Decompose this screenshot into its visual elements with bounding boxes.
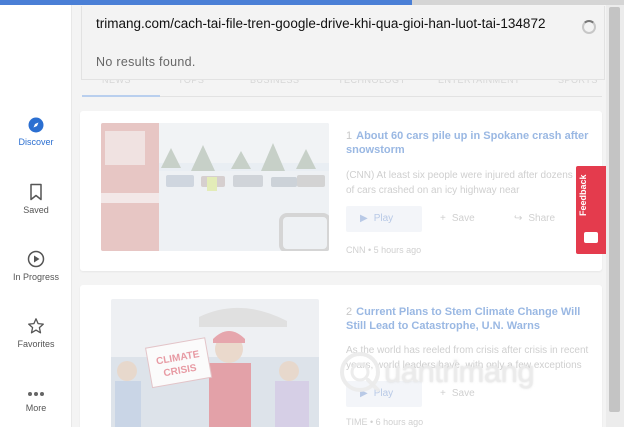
active-tab-indicator — [82, 95, 160, 97]
article-title-text: About 60 cars pile up in Spokane crash a… — [346, 130, 589, 156]
sidebar-item-label: In Progress — [12, 272, 60, 282]
article-title[interactable]: 1 About 60 cars pile up in Spokane crash … — [346, 129, 591, 157]
article-time: 6 hours ago — [375, 417, 424, 427]
play-button[interactable]: ▶ Play — [346, 206, 422, 232]
article-title[interactable]: 2 Current Plans to Stem Climate Change Wi… — [346, 305, 591, 333]
article-thumbnail[interactable] — [101, 123, 329, 251]
sidebar-item-label: Saved — [23, 205, 49, 215]
sidebar-item-more[interactable]: More — [0, 389, 72, 413]
article-number: 2 — [346, 306, 353, 318]
sidebar-item-in-progress[interactable]: In Progress — [0, 250, 72, 282]
snow-crash-photo — [101, 123, 329, 251]
play-icon: ▶ — [360, 213, 368, 224]
vertical-scrollbar[interactable] — [606, 5, 624, 427]
article-meta: CNN • 5 hours ago — [346, 245, 422, 255]
article-number: 1 — [346, 130, 353, 142]
article-source[interactable]: CNN — [346, 245, 366, 255]
watermark-logo: uantrimang — [338, 350, 558, 394]
play-circle-icon — [27, 250, 45, 268]
sidebar: Discover Saved In Progress Favorites Mor… — [0, 5, 72, 427]
sidebar-item-label: Favorites — [17, 339, 55, 349]
search-input[interactable]: trimang.com/cach-tai-file-tren-google-dr… — [96, 16, 568, 31]
feedback-label: Feedback — [578, 174, 588, 216]
article-title-text: Current Plans to Stem Climate Change Wil… — [346, 306, 581, 332]
article-thumbnail[interactable]: CLIMATE CRISIS — [111, 299, 319, 427]
watermark-q-icon — [340, 352, 380, 392]
search-status: No results found. — [96, 55, 196, 69]
article-source[interactable]: TIME — [346, 417, 368, 427]
share-button[interactable]: ↪ Share — [500, 206, 578, 232]
sidebar-item-saved[interactable]: Saved — [0, 183, 72, 215]
scrollbar-thumb[interactable] — [609, 7, 620, 412]
article-time: 5 hours ago — [373, 245, 422, 255]
sidebar-item-discover[interactable]: Discover — [0, 117, 72, 147]
sidebar-item-label: More — [25, 403, 47, 413]
star-icon — [28, 318, 44, 334]
climate-protest-photo: CLIMATE CRISIS — [111, 299, 319, 427]
save-button[interactable]: + Save — [426, 206, 496, 232]
bookmark-icon — [30, 183, 42, 201]
share-icon: ↪ — [514, 213, 523, 224]
compass-icon — [28, 117, 44, 133]
sidebar-item-label: Discover — [18, 137, 54, 147]
url-search-dropdown: trimang.com/cach-tai-file-tren-google-dr… — [81, 6, 605, 80]
feedback-chat-icon — [584, 232, 598, 243]
feedback-button[interactable]: Feedback — [576, 166, 606, 254]
article-meta: TIME • 6 hours ago — [346, 417, 424, 427]
article-card[interactable]: 1 About 60 cars pile up in Spokane crash … — [80, 111, 602, 271]
article-summary: (CNN) At least six people were injured a… — [346, 170, 573, 196]
more-dots-icon — [28, 392, 44, 396]
sidebar-item-favorites[interactable]: Favorites — [0, 317, 72, 349]
loading-spinner-icon — [582, 20, 596, 34]
plus-icon: + — [440, 213, 446, 224]
watermark-text: uantrimang — [384, 354, 535, 389]
